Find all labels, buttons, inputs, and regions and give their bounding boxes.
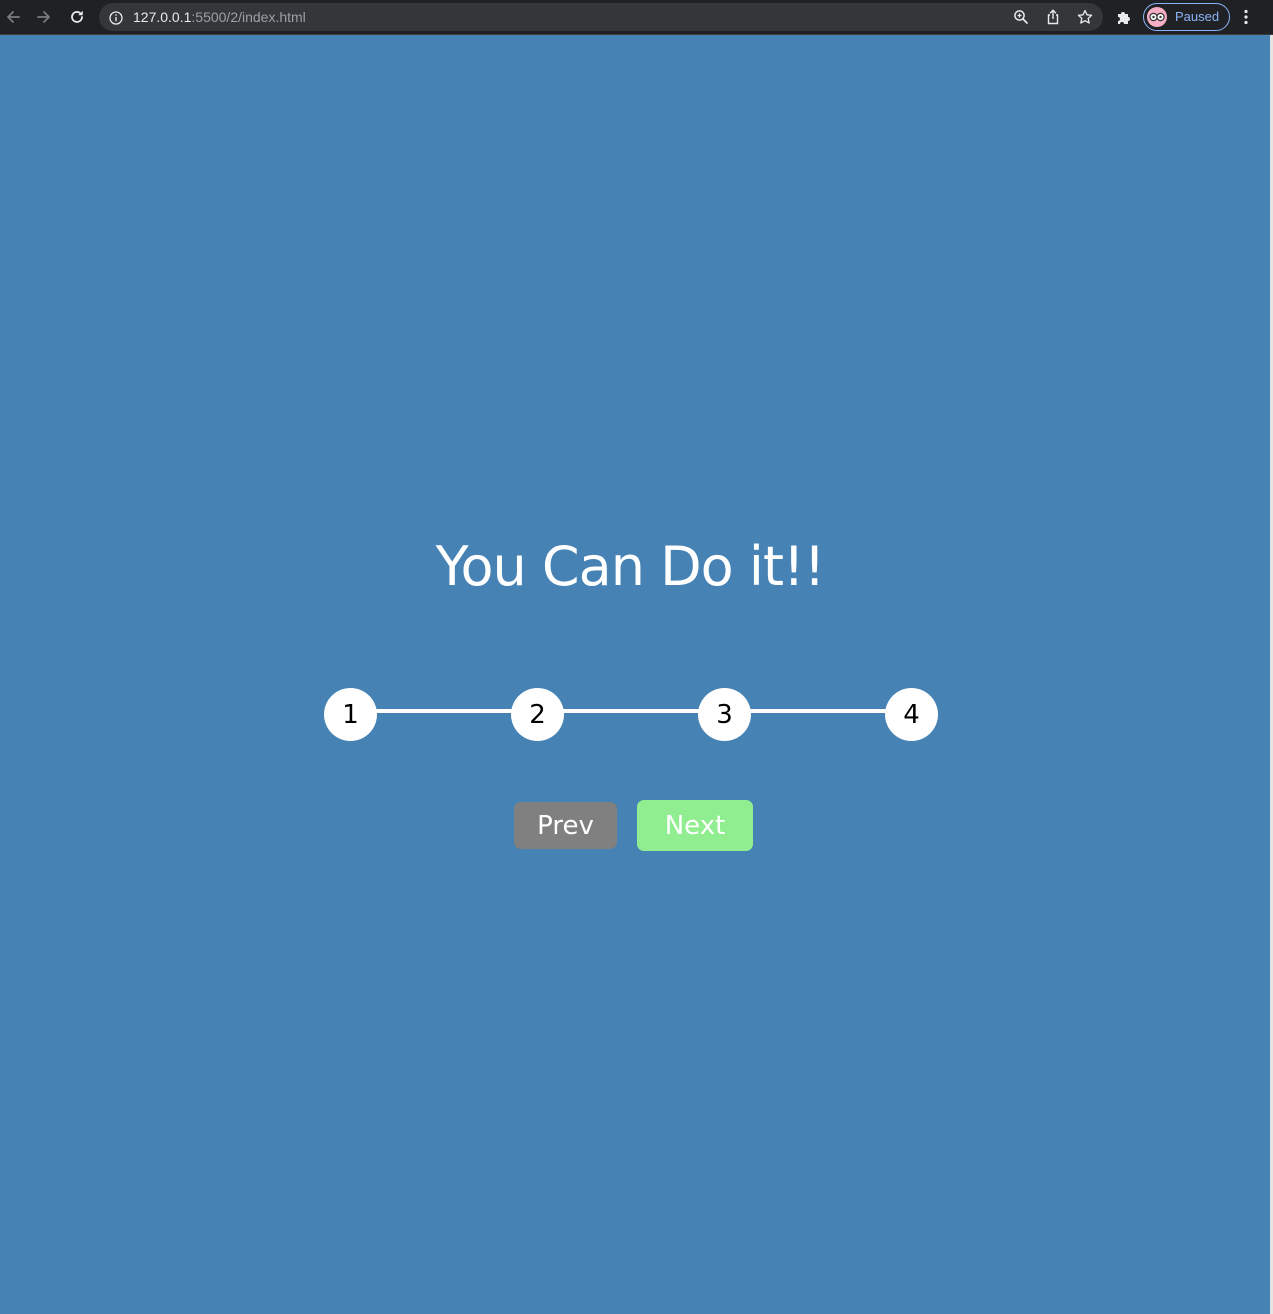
browser-toolbar: 127.0.0.1:5500/2/index.html Paused [0,0,1273,35]
step-circle-1: 1 [324,688,377,741]
kebab-menu-icon[interactable] [1243,9,1249,29]
address-bar[interactable]: 127.0.0.1:5500/2/index.html [99,3,1103,31]
share-icon[interactable] [1045,9,1061,25]
step-circle-2: 2 [511,688,564,741]
progress-steps: 1 2 3 4 [324,688,938,741]
profile-status-label: Paused [1175,9,1220,24]
reload-icon[interactable] [66,6,88,28]
back-arrow-icon[interactable] [2,6,24,28]
avatar [1147,7,1167,27]
zoom-icon[interactable] [1013,9,1029,25]
progress-track [350,709,911,713]
prev-button[interactable]: Prev [514,802,617,849]
profile-button[interactable]: Paused [1143,3,1230,31]
page-title: You Can Do it!! [435,535,826,598]
info-icon[interactable] [109,10,123,29]
url-text: 127.0.0.1:5500/2/index.html [133,9,306,25]
forward-arrow-icon[interactable] [33,6,55,28]
url-path: :5500/2/index.html [191,9,306,25]
step-circle-4: 4 [885,688,938,741]
step-circle-3: 3 [698,688,751,741]
url-host: 127.0.0.1 [133,9,192,25]
next-button[interactable]: Next [637,800,753,851]
puzzle-icon[interactable] [1116,9,1132,29]
star-icon[interactable] [1077,9,1093,25]
